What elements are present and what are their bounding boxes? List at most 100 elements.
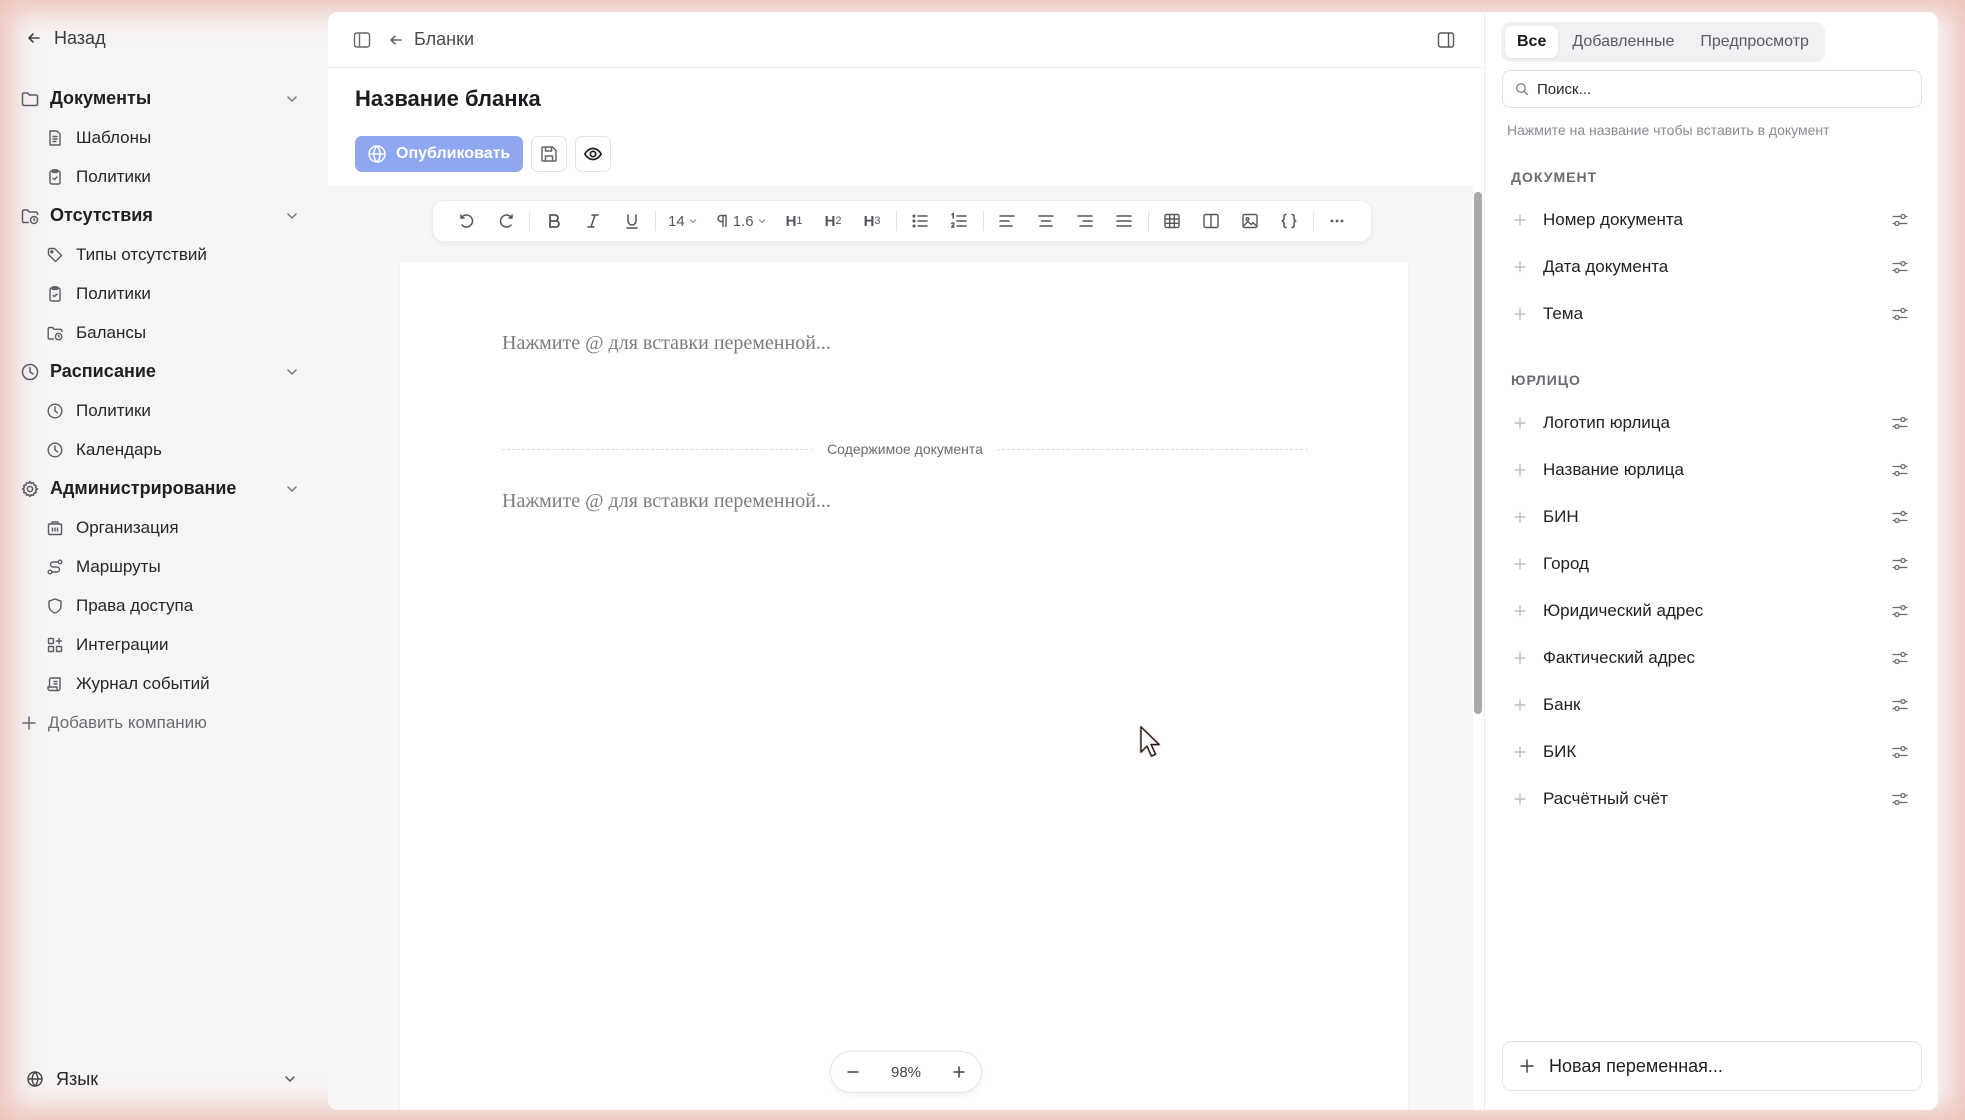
- sliders-icon[interactable]: [1891, 790, 1909, 808]
- nav-group-documents[interactable]: Документы: [0, 79, 328, 118]
- variable-item[interactable]: Дата документа: [1502, 243, 1922, 290]
- undo-button[interactable]: [447, 206, 486, 236]
- sliders-icon[interactable]: [1891, 696, 1909, 714]
- sidebar-item-calendar[interactable]: Календарь: [0, 430, 328, 469]
- clock-icon: [47, 402, 63, 419]
- variable-item[interactable]: Юридический адрес: [1502, 587, 1922, 634]
- variable-label: Юридический адрес: [1543, 600, 1704, 620]
- variable-item[interactable]: Банк: [1502, 681, 1922, 728]
- font-size-select[interactable]: 14: [660, 206, 706, 236]
- nav-group-administration[interactable]: Администрирование: [0, 469, 328, 508]
- header-placeholder[interactable]: Нажмите @ для вставки переменной...: [502, 332, 831, 355]
- footer-placeholder[interactable]: Нажмите @ для вставки переменной...: [502, 490, 831, 513]
- toolbar-separator: [655, 211, 656, 231]
- variable-list-legal-entity: Логотип юрлица Название юрлица БИН Город…: [1502, 399, 1922, 822]
- sliders-icon[interactable]: [1891, 211, 1909, 229]
- variable-item[interactable]: Расчётный счёт: [1502, 775, 1922, 822]
- building-icon: [47, 520, 63, 535]
- tag-icon: [47, 247, 63, 262]
- document-page[interactable]: Нажмите @ для вставки переменной... Соде…: [400, 262, 1408, 1110]
- heading-1-button[interactable]: H1: [775, 206, 814, 236]
- underline-button[interactable]: [612, 206, 651, 236]
- search-input[interactable]: [1537, 80, 1907, 98]
- sidebar-item-doc-policies[interactable]: Политики: [0, 157, 328, 196]
- sliders-icon[interactable]: [1891, 305, 1909, 323]
- insert-table-button[interactable]: [1153, 206, 1192, 236]
- more-options-button[interactable]: [1318, 206, 1357, 236]
- back-button[interactable]: Назад: [26, 26, 106, 50]
- insert-image-button[interactable]: [1231, 206, 1270, 236]
- variable-item[interactable]: Тема: [1502, 290, 1922, 337]
- sidebar-item-organization[interactable]: Организация: [0, 508, 328, 547]
- variables-tabs: Все Добавленные Предпросмотр: [1501, 22, 1825, 62]
- insert-variable-button[interactable]: [1270, 206, 1309, 236]
- bold-button[interactable]: [534, 206, 573, 236]
- zoom-out-icon[interactable]: [845, 1064, 861, 1080]
- sidebar-item-schedule-policies[interactable]: Политики: [0, 391, 328, 430]
- sliders-icon[interactable]: [1891, 649, 1909, 667]
- sidebar-item-balances[interactable]: Балансы: [0, 313, 328, 352]
- language-selector[interactable]: Язык: [26, 1066, 298, 1092]
- sidebar-item-event-log[interactable]: Журнал событий: [0, 664, 328, 703]
- align-center-button[interactable]: [1027, 206, 1066, 236]
- add-company-button[interactable]: Добавить компанию: [0, 703, 328, 742]
- publish-button[interactable]: Опубликовать: [355, 136, 524, 172]
- nav-group-absences[interactable]: Отсутствия: [0, 196, 328, 235]
- zoom-in-icon[interactable]: [951, 1064, 967, 1080]
- clock-icon: [21, 363, 39, 380]
- mouse-cursor-icon: [1139, 725, 1161, 758]
- toolbar-separator: [982, 211, 984, 231]
- tab-preview[interactable]: Предпросмотр: [1688, 26, 1821, 58]
- sliders-icon[interactable]: [1891, 555, 1909, 573]
- tab-added[interactable]: Добавленные: [1560, 26, 1686, 58]
- italic-button[interactable]: [573, 206, 612, 236]
- sidebar-item-absence-policies[interactable]: Политики: [0, 274, 328, 313]
- variable-item[interactable]: БИН: [1502, 493, 1922, 540]
- sliders-icon[interactable]: [1891, 461, 1909, 479]
- variable-item[interactable]: Название юрлица: [1502, 446, 1922, 493]
- sliders-icon[interactable]: [1891, 508, 1909, 526]
- sidebar-item-integrations[interactable]: Интеграции: [0, 625, 328, 664]
- divider-line: [996, 448, 1308, 450]
- sliders-icon[interactable]: [1891, 743, 1909, 761]
- align-left-button[interactable]: [988, 206, 1027, 236]
- nav-group-schedule[interactable]: Расписание: [0, 352, 328, 391]
- sidebar-item-templates[interactable]: Шаблоны: [0, 118, 328, 157]
- variable-item[interactable]: Номер документа: [1502, 196, 1922, 243]
- heading-2-button[interactable]: H2: [814, 206, 853, 236]
- align-justify-button[interactable]: [1105, 206, 1144, 236]
- sidebar-item-access-rights[interactable]: Права доступа: [0, 586, 328, 625]
- redo-button[interactable]: [486, 206, 525, 236]
- right-panel-toggle-icon[interactable]: [1436, 30, 1456, 50]
- section-title-legal-entity: ЮРЛИЦО: [1511, 372, 1581, 388]
- heading-letter: H: [863, 212, 875, 230]
- breadcrumb[interactable]: Бланки: [388, 29, 474, 50]
- zoom-value[interactable]: 98%: [891, 1064, 921, 1081]
- variable-item[interactable]: Фактический адрес: [1502, 634, 1922, 681]
- save-button[interactable]: [531, 136, 568, 172]
- page-title[interactable]: Название бланка: [355, 86, 541, 112]
- heading-3-button[interactable]: H3: [853, 206, 892, 236]
- align-right-button[interactable]: [1066, 206, 1105, 236]
- numbered-list-button[interactable]: [940, 206, 979, 236]
- sidebar-toggle-icon[interactable]: [352, 30, 372, 50]
- editor-scrollbar[interactable]: [1474, 192, 1482, 714]
- sliders-icon[interactable]: [1891, 258, 1909, 276]
- bullet-list-button[interactable]: [901, 206, 940, 236]
- variable-item[interactable]: Город: [1502, 540, 1922, 587]
- insert-columns-button[interactable]: [1192, 206, 1231, 236]
- variable-item[interactable]: БИК: [1502, 728, 1922, 775]
- sliders-icon[interactable]: [1891, 414, 1909, 432]
- variables-panel: Все Добавленные Предпросмотр Нажмите на …: [1485, 12, 1938, 1110]
- new-variable-button[interactable]: Новая переменная...: [1502, 1041, 1922, 1091]
- variable-label: Тема: [1543, 303, 1584, 323]
- search-box: [1502, 70, 1922, 108]
- line-height-select[interactable]: 1.6: [706, 206, 775, 236]
- preview-button[interactable]: [575, 136, 612, 172]
- nav-group-label: Отсутствия: [50, 205, 153, 225]
- sliders-icon[interactable]: [1891, 602, 1909, 620]
- variable-item[interactable]: Логотип юрлица: [1502, 399, 1922, 446]
- tab-all[interactable]: Все: [1505, 26, 1559, 58]
- sidebar-item-routes[interactable]: Маршруты: [0, 547, 328, 586]
- sidebar-item-absence-types[interactable]: Типы отсутствий: [0, 235, 328, 274]
